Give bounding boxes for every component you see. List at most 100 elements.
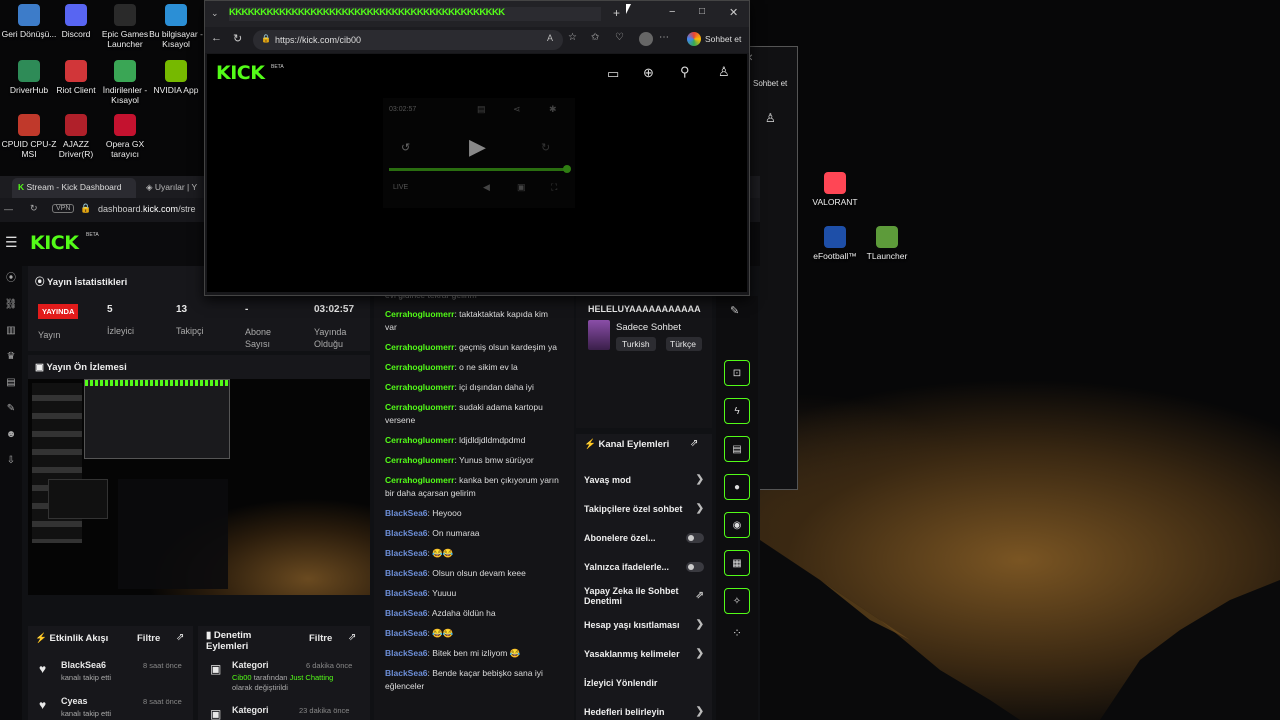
- chart-icon[interactable]: ▥: [0, 318, 22, 344]
- pencil-icon[interactable]: ✎: [730, 304, 739, 317]
- clip-icon[interactable]: ▦: [724, 550, 750, 576]
- search-icon[interactable]: ⚲: [680, 64, 690, 80]
- chat-username[interactable]: Cerrahogluomerr: [385, 342, 454, 352]
- category-thumbnail[interactable]: [588, 320, 610, 350]
- wrench-icon[interactable]: ✧: [724, 588, 750, 614]
- theater-icon[interactable]: ▤: [477, 104, 486, 115]
- popout-icon[interactable]: ⇗: [348, 632, 356, 643]
- chat-username[interactable]: BlackSea6: [385, 608, 428, 618]
- popup-browser-window[interactable]: ⌄ KKKKKKKKKKKKKKKKKKKKKKKKKKKKKKKKKKKKKK…: [204, 0, 750, 296]
- chat-username[interactable]: BlackSea6: [385, 568, 428, 578]
- chat-username[interactable]: Cerrahogluomerr: [385, 455, 454, 465]
- chat-username[interactable]: BlackSea6: [385, 508, 428, 518]
- chat-username[interactable]: BlackSea6: [385, 668, 428, 678]
- back-icon[interactable]: ←: [211, 32, 222, 44]
- chat-username[interactable]: Cerrahogluomerr: [385, 475, 454, 485]
- settings-icon[interactable]: ✱: [549, 104, 557, 115]
- tab-kick-dashboard[interactable]: K Stream - Kick Dashboard: [12, 178, 136, 198]
- collections-icon[interactable]: ✩: [591, 32, 599, 43]
- refresh-icon[interactable]: ↻: [30, 203, 38, 214]
- toggle-switch[interactable]: [686, 561, 704, 572]
- tag-badge[interactable]: Türkçe: [666, 337, 702, 351]
- kick-logo[interactable]: KICK: [30, 232, 79, 254]
- tab-menu-icon[interactable]: ⌄: [211, 8, 219, 19]
- back-icon[interactable]: —: [4, 204, 13, 214]
- close-icon[interactable]: ✕: [729, 6, 738, 19]
- desktop-icon[interactable]: eFootball™: [806, 226, 864, 261]
- extension-icon[interactable]: ♡: [615, 32, 624, 43]
- following-icon[interactable]: ▭: [607, 66, 619, 82]
- channel-action-row[interactable]: Hedefleri belirleyin ❯: [576, 697, 712, 720]
- channel-action-row[interactable]: Abonelere özel...: [576, 523, 712, 552]
- sohbet-button[interactable]: Sohbet et: [705, 34, 741, 44]
- chat-username[interactable]: Cerrahogluomerr: [385, 435, 454, 445]
- desktop-icon[interactable]: Epic Games Launcher: [96, 4, 154, 49]
- chat-username[interactable]: Cerrahogluomerr: [385, 382, 454, 392]
- desktop-icon[interactable]: TLauncher: [858, 226, 916, 261]
- toggle-switch[interactable]: [686, 532, 704, 543]
- desktop-icon[interactable]: VALORANT: [806, 172, 864, 207]
- preview-video[interactable]: [28, 379, 370, 595]
- tag-badge[interactable]: Turkish: [616, 337, 656, 351]
- modlog-filter-button[interactable]: Filtre: [309, 633, 332, 644]
- pip-icon[interactable]: ▣: [517, 182, 526, 193]
- chevron-right-icon[interactable]: ❯: [696, 503, 704, 514]
- activity-user[interactable]: Cyeas: [61, 696, 88, 706]
- channel-action-row[interactable]: Yapay Zeka ile Sohbet Denetimi ⇗: [576, 581, 712, 610]
- channel-action-row[interactable]: Yasaklanmış kelimeler ❯: [576, 639, 712, 668]
- kick-logo[interactable]: KICK: [216, 62, 265, 84]
- progress-track[interactable]: [389, 168, 567, 171]
- link-icon[interactable]: ⛓: [0, 292, 22, 318]
- url-field[interactable]: https://kick.com/cib00: [253, 30, 563, 50]
- desktop-icon[interactable]: NVIDIA App: [147, 60, 205, 95]
- copilot-icon[interactable]: [687, 32, 701, 46]
- chevron-right-icon[interactable]: ❯: [696, 474, 704, 485]
- url-field[interactable]: dashboard.kick.com/stre: [98, 204, 196, 214]
- chevron-right-icon[interactable]: ❯: [696, 619, 704, 630]
- progress-handle[interactable]: [563, 165, 571, 173]
- chat-bubble-icon[interactable]: ●: [724, 474, 750, 500]
- menu-icon[interactable]: ☰: [5, 234, 18, 251]
- channel-action-row[interactable]: Yalnızca ifadelerle...: [576, 552, 712, 581]
- channel-action-row[interactable]: İzleyici Yönlendir: [576, 668, 712, 697]
- play-icon[interactable]: ▶: [469, 134, 486, 160]
- chat-username[interactable]: BlackSea6: [385, 548, 428, 558]
- channel-action-row[interactable]: Hesap yaşı kısıtlaması ❯: [576, 610, 712, 639]
- desktop-icon[interactable]: İndirilenler - Kısayol: [96, 60, 154, 105]
- activity-filter-button[interactable]: Filtre: [137, 633, 160, 644]
- external-link-icon[interactable]: ⇗: [696, 590, 704, 601]
- chevron-right-icon[interactable]: ❯: [696, 706, 704, 717]
- wrench-icon[interactable]: ✎: [0, 396, 22, 422]
- favorite-icon[interactable]: ☆: [568, 32, 577, 43]
- refresh-icon[interactable]: ↻: [233, 32, 242, 45]
- category-name[interactable]: Sadece Sohbet: [616, 322, 681, 333]
- chat-username[interactable]: Cerrahogluomerr: [385, 362, 454, 372]
- users-icon[interactable]: ☻: [0, 422, 22, 448]
- profile-icon[interactable]: [639, 32, 653, 46]
- chevron-right-icon[interactable]: ❯: [696, 648, 704, 659]
- channel-action-row[interactable]: Yavaş mod ❯: [576, 465, 712, 494]
- chat-username[interactable]: Cerrahogluomerr: [385, 309, 454, 319]
- volume-icon[interactable]: ◀: [483, 182, 490, 193]
- lightning-icon[interactable]: ϟ: [724, 398, 750, 424]
- new-tab-icon[interactable]: +: [613, 6, 620, 20]
- forward-icon[interactable]: ↻: [541, 141, 550, 154]
- video-player[interactable]: 03:02:57 ▤ ⋖ ✱ ↺ ▶ ↻ LIVE ◀ ▣ ⛶: [383, 98, 575, 208]
- minimize-icon[interactable]: −: [669, 6, 675, 18]
- desktop-icon[interactable]: Opera GX tarayıcı: [96, 114, 154, 159]
- user-icon[interactable]: ♙: [765, 111, 776, 125]
- user-icon[interactable]: ♙: [718, 64, 730, 80]
- library-icon[interactable]: ▤: [0, 370, 22, 396]
- channel-action-row[interactable]: Takipçilere özel sohbet ❯: [576, 494, 712, 523]
- upload-icon[interactable]: ⇩: [0, 448, 22, 474]
- more-icon[interactable]: ⋯: [659, 32, 669, 43]
- modlog-user[interactable]: Cib00: [232, 673, 252, 682]
- maximize-icon[interactable]: □: [699, 6, 705, 17]
- notes-icon[interactable]: ▤: [724, 436, 750, 462]
- chat-username[interactable]: BlackSea6: [385, 528, 428, 538]
- broadcast-icon[interactable]: ⦿: [0, 266, 22, 292]
- broadcast-icon[interactable]: ◉: [724, 512, 750, 538]
- globe-icon[interactable]: ⊕: [643, 65, 654, 81]
- vpn-badge[interactable]: VPN: [52, 204, 75, 213]
- activity-user[interactable]: BlackSea6: [61, 660, 106, 670]
